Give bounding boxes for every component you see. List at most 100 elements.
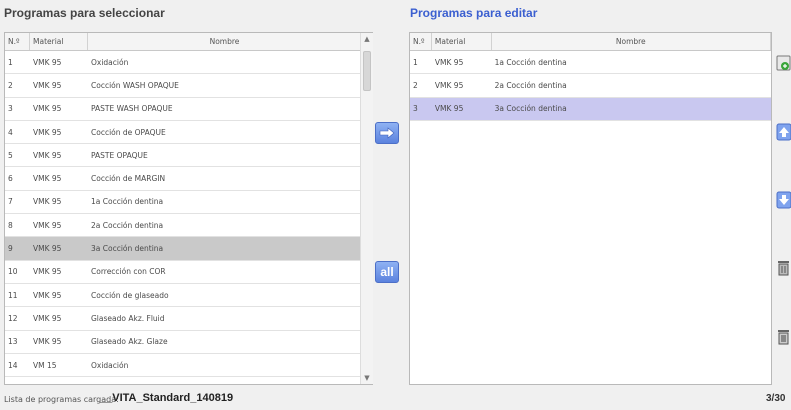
cell-name: Cocción de WASH OPAQUE (88, 384, 362, 385)
left-table-scrollbar[interactable]: ▲ ▼ (360, 33, 373, 384)
cell-number: 1 (8, 57, 13, 67)
cell-material: VM 15 (33, 360, 57, 370)
table-row[interactable]: 9 VMK 95 3a Cocción dentina (5, 237, 372, 261)
save-button[interactable] (776, 52, 791, 74)
cell-name: Corrección con COR (91, 267, 166, 277)
table-row[interactable]: 1 VMK 95 Oxidación (5, 51, 372, 75)
delete-button[interactable] (776, 257, 791, 279)
cell-number: 11 (8, 290, 18, 300)
column-header-number[interactable]: N.º (410, 33, 432, 50)
cell-name: Glaseado Akz. Fluid (91, 313, 165, 323)
loaded-list-name: __VITA_Standard_140819 (100, 392, 234, 404)
right-panel-title: Programas para editar (410, 6, 538, 20)
cell-material: VMK 95 (33, 150, 62, 160)
cell-material: VMK 95 (33, 197, 62, 207)
cell-name: PASTE WASH OPAQUE (91, 104, 173, 114)
cell-number: 12 (8, 313, 18, 323)
column-header-name[interactable]: Nombre (88, 33, 362, 50)
table-header: N.º Material Nombre (410, 33, 771, 51)
arrow-right-icon (379, 127, 395, 139)
save-icon (776, 55, 791, 71)
table-row[interactable]: 13 VMK 95 Glaseado Akz. Glaze (5, 331, 372, 354)
cell-name: Glaseado Akz. Glaze (91, 337, 168, 347)
column-header-material[interactable]: Material (432, 33, 492, 50)
cell-number: 2 (8, 80, 13, 90)
column-header-material[interactable]: Material (30, 33, 88, 50)
cell-number: 14 (8, 360, 18, 370)
cell-material: VMK 95 (33, 174, 62, 184)
table-header: N.º Material Nombre (5, 33, 372, 51)
column-header-number[interactable]: N.º (5, 33, 30, 50)
cell-material: VMK 95 (33, 80, 62, 90)
cell-material: VMK 95 (33, 57, 62, 67)
scrollbar-thumb[interactable] (363, 51, 371, 91)
cell-number: 6 (8, 174, 13, 184)
table-row[interactable]: 15VM 15Cocción de WASH OPAQUE (5, 377, 372, 385)
cell-number: 3 (413, 104, 418, 114)
table-row[interactable]: 12 VMK 95 Glaseado Akz. Fluid (5, 307, 372, 331)
table-row[interactable]: 8 VMK 95 2a Cocción dentina (5, 214, 372, 238)
cell-material: VMK 95 (434, 80, 464, 90)
table-row[interactable]: 11 VMK 95 Cocción de glaseado (5, 284, 372, 308)
delete-all-button[interactable] (776, 326, 791, 348)
cell-material: VMK 95 (33, 337, 62, 347)
left-panel-title: Programas para seleccionar (4, 6, 165, 20)
add-all-label: all (380, 265, 394, 279)
add-all-programs-button[interactable]: all (375, 261, 399, 283)
cell-number: 5 (8, 150, 13, 160)
arrow-down-icon (776, 191, 791, 209)
programs-to-edit-table[interactable]: N.º Material Nombre 1 VMK 95 1a Cocción de… (409, 32, 772, 385)
programs-to-select-table[interactable]: N.º Material Nombre 1 VMK 95 Oxidación 2 VMK… (4, 32, 373, 385)
cell-name: 2a Cocción dentina (494, 80, 567, 90)
cell-material: VMK 95 (33, 244, 62, 254)
cell-number: 8 (8, 220, 13, 230)
cell-material: VMK 95 (434, 57, 464, 67)
cell-number: 2 (413, 80, 418, 90)
cell-name: 1a Cocción dentina (91, 197, 164, 207)
table-row[interactable]: 3 VMK 95 PASTE WASH OPAQUE (5, 98, 372, 121)
cell-material: VMK 95 (33, 220, 62, 230)
cell-number: 13 (8, 337, 18, 347)
cell-number: 15 (5, 384, 30, 385)
table-row[interactable]: 2 VMK 95 Cocción WASH OPAQUE (5, 74, 372, 98)
table-row[interactable]: 7 VMK 95 1a Cocción dentina (5, 191, 372, 215)
program-count: 3/30 (766, 393, 786, 404)
cell-material: VMK 95 (33, 313, 62, 323)
cell-name: 1a Cocción dentina (494, 57, 567, 67)
table-row[interactable]: 1 VMK 95 1a Cocción dentina (410, 51, 771, 75)
cell-number: 3 (8, 104, 13, 114)
cell-name: Cocción WASH OPAQUE (91, 80, 179, 90)
table-row[interactable]: 10 VMK 95 Corrección con COR (5, 261, 372, 284)
table-row[interactable]: 2 VMK 95 2a Cocción dentina (410, 74, 771, 98)
cell-number: 1 (413, 57, 418, 67)
scroll-down-icon[interactable]: ▼ (361, 372, 373, 384)
move-down-button[interactable] (776, 189, 791, 211)
cell-material: VMK 95 (33, 127, 62, 137)
cell-name: 3a Cocción dentina (494, 104, 567, 114)
cell-material: VMK 95 (33, 267, 62, 277)
cell-number: 4 (8, 127, 13, 137)
cell-name: Oxidación (91, 360, 129, 370)
cell-number: 10 (8, 267, 18, 277)
add-program-button[interactable] (375, 122, 399, 144)
cell-name: Oxidación (91, 57, 129, 67)
cell-name: 2a Cocción dentina (91, 220, 164, 230)
cell-name: Cocción de glaseado (91, 290, 169, 300)
cell-material: VMK 95 (434, 104, 464, 114)
trash-icon (778, 261, 789, 276)
trash-all-icon (778, 330, 789, 345)
cell-material: VMK 95 (33, 104, 62, 114)
move-up-button[interactable] (776, 121, 791, 143)
arrow-up-icon (776, 123, 791, 141)
cell-material: VMK 95 (33, 290, 62, 300)
table-row[interactable]: 4 VMK 95 Cocción de OPAQUE (5, 121, 372, 145)
table-row[interactable]: 14 VM 15 Oxidación (5, 354, 372, 378)
table-row[interactable]: 5 VMK 95 PASTE OPAQUE (5, 144, 372, 168)
cell-name: Cocción de MARGIN (91, 174, 166, 184)
scroll-up-icon[interactable]: ▲ (361, 33, 373, 45)
column-header-name[interactable]: Nombre (492, 33, 771, 50)
cell-material: VM 15 (30, 384, 88, 385)
table-row[interactable]: 6 VMK 95 Cocción de MARGIN (5, 167, 372, 191)
table-row[interactable]: 3 VMK 95 3a Cocción dentina (410, 97, 771, 121)
cell-number: 9 (8, 244, 13, 254)
